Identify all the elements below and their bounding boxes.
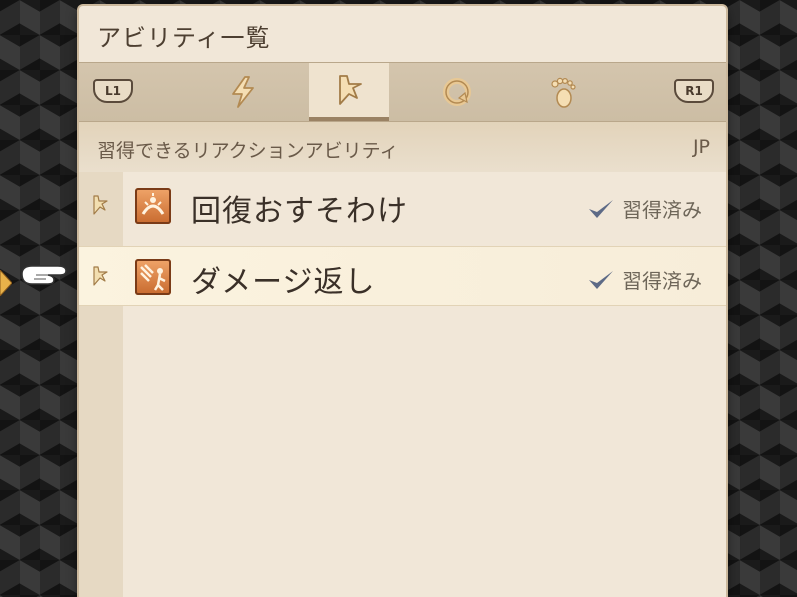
counter-damage-icon [135, 259, 171, 295]
ability-list-panel: アビリティ一覧 L1 R1 習得できるリアクションアビリティ JP 回復おすそわ… [79, 6, 726, 597]
jp-column-label: JP [692, 136, 710, 158]
list-header: 習得できるリアクションアビリティ JP [79, 122, 726, 172]
learned-label: 習得済み [622, 198, 702, 222]
list-item[interactable]: 回復おすそわけ 習得済み [79, 176, 726, 234]
side-marker-icon [0, 270, 12, 296]
footprint-icon [551, 77, 576, 108]
r1-button-hint[interactable]: R1 [674, 79, 714, 103]
category-tabbar: L1 R1 [79, 62, 726, 122]
learned-status: 習得済み [586, 265, 702, 294]
left-strip [79, 172, 123, 597]
check-icon [589, 199, 613, 218]
ability-name: 回復おすそわけ [191, 194, 408, 229]
list-header-label: 習得できるリアクションアビリティ [97, 140, 399, 162]
panel-title: アビリティ一覧 [97, 24, 271, 52]
check-icon [589, 270, 613, 289]
tab-action[interactable] [203, 63, 283, 121]
list-item[interactable]: ダメージ返し 習得済み [79, 246, 726, 306]
l1-button-hint[interactable]: L1 [93, 79, 133, 103]
lightning-icon [232, 76, 254, 108]
learned-label: 習得済み [622, 269, 702, 293]
tab-reaction[interactable] [309, 63, 389, 121]
heal-share-icon [135, 188, 171, 224]
tab-support[interactable] [417, 63, 497, 121]
reaction-lightning-icon [93, 195, 108, 215]
reaction-lightning-icon [339, 75, 362, 105]
cycle-icon [443, 78, 471, 106]
reaction-lightning-icon [93, 266, 108, 286]
ability-name: ダメージ返し [191, 265, 376, 300]
hand-cursor-icon [21, 265, 67, 285]
learned-status: 習得済み [586, 194, 702, 223]
tab-movement[interactable] [523, 63, 603, 121]
